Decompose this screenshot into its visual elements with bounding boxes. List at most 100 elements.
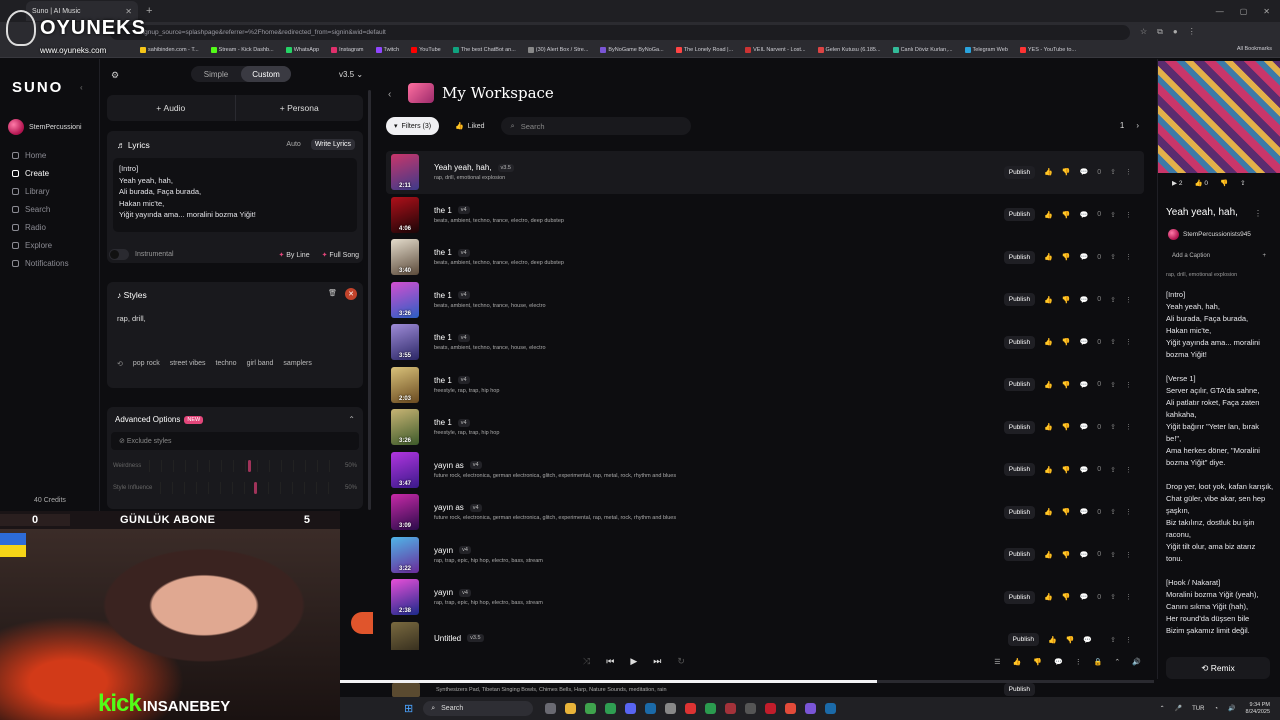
remix-button[interactable]: ⟲ Remix xyxy=(1166,657,1270,679)
mode-custom-button[interactable]: Custom xyxy=(241,66,291,82)
obs-icon[interactable] xyxy=(685,703,697,714)
share-icon[interactable]: ⇪ xyxy=(1110,551,1116,559)
thumbs-down-icon[interactable]: 👎 xyxy=(1062,423,1071,431)
lock-icon[interactable]: 🔒 xyxy=(1094,658,1103,666)
share-icon[interactable]: ⇪ xyxy=(1110,168,1116,176)
app-icon[interactable] xyxy=(745,703,757,714)
write-lyrics-button[interactable]: Write Lyrics xyxy=(310,139,355,150)
thumbs-up-icon[interactable]: 👍 xyxy=(1044,168,1053,176)
thumbs-up-icon[interactable]: 👍 xyxy=(1044,466,1053,474)
bookmark-item[interactable]: YouTube xyxy=(411,46,441,53)
xbox-icon[interactable] xyxy=(705,703,717,714)
more-icon[interactable]: ⋮ xyxy=(1125,508,1132,516)
more-icon[interactable]: ⋮ xyxy=(1125,551,1132,559)
share-icon[interactable]: ⇪ xyxy=(1110,593,1116,601)
mic-icon[interactable]: 🎤 xyxy=(1175,705,1182,712)
all-bookmarks[interactable]: All Bookmarks xyxy=(1237,46,1272,52)
table-row[interactable]: 3:55 the 1 v4 beats, ambient, techno, tranc… xyxy=(386,321,1144,364)
bookmark-star-icon[interactable]: ☆ xyxy=(1140,27,1147,37)
thumbs-up-icon[interactable]: 👍 xyxy=(1044,508,1053,516)
style-clear-icon[interactable]: ✕ xyxy=(345,288,357,300)
share-icon[interactable]: ⇪ xyxy=(1110,211,1116,219)
queue-icon[interactable]: ☰ xyxy=(994,658,1000,666)
extensions-icon[interactable]: ⧉ xyxy=(1157,27,1163,37)
language[interactable]: TUR xyxy=(1192,706,1204,712)
thumbs-up-icon[interactable]: 👍 xyxy=(1044,296,1053,304)
publish-button[interactable]: Publish xyxy=(1003,335,1036,349)
publish-button[interactable]: Publish xyxy=(1003,293,1036,307)
thumbs-up-icon[interactable]: 👍 xyxy=(1013,658,1022,666)
minimize-icon[interactable]: — xyxy=(1216,7,1224,16)
thumbs-down-icon[interactable]: 👎 xyxy=(1033,658,1042,666)
bookmark-item[interactable]: (30) Alert Box / Stre... xyxy=(527,46,588,53)
style-chip[interactable]: girl band xyxy=(247,360,274,368)
song-thumbnail[interactable]: 3:26 xyxy=(391,281,419,318)
publish-button[interactable]: Publish xyxy=(1003,250,1036,264)
comment-icon[interactable]: 💬 xyxy=(1080,381,1089,389)
page-number[interactable]: 1 xyxy=(1120,121,1124,130)
refresh-icon[interactable]: ⟲ xyxy=(117,360,123,368)
discord-icon[interactable] xyxy=(625,703,637,714)
share-icon[interactable]: ⇪ xyxy=(1110,296,1116,304)
sidebar-item-explore[interactable]: Explore xyxy=(12,241,69,250)
next-icon[interactable]: ⏭ xyxy=(653,656,661,667)
comment-icon[interactable]: 💬 xyxy=(1080,211,1089,219)
publish-button[interactable]: Publish xyxy=(1003,505,1036,519)
sidebar-item-create[interactable]: Create xyxy=(12,169,69,178)
more-icon[interactable]: ⋮ xyxy=(1125,211,1132,219)
table-row[interactable]: 4:06 the 1 v4 beats, ambient, techno, tranc… xyxy=(386,194,1144,237)
bookmark-item[interactable]: The Lonely Road |... xyxy=(675,46,733,53)
more-icon[interactable]: ⋮ xyxy=(1125,466,1132,474)
address-bar[interactable]: ...signup_source=splashpage&referrer=%2F… xyxy=(110,24,1130,40)
thumbs-down-icon[interactable]: 👎 xyxy=(1062,253,1071,261)
thumbs-up-icon[interactable]: 👍 xyxy=(1044,593,1053,601)
song-title[interactable]: yayın xyxy=(434,546,453,555)
windows-start-icon[interactable]: ⊞ xyxy=(404,702,413,715)
share-icon[interactable]: ⇪ xyxy=(1110,381,1116,389)
thumbs-up-icon[interactable]: 👍 xyxy=(1044,211,1053,219)
bookmark-item[interactable]: Twitch xyxy=(375,46,399,53)
bookmark-item[interactable]: Stream - Kick Dashb... xyxy=(210,46,274,53)
comment-icon[interactable]: 💬 xyxy=(1080,551,1089,559)
wifi-icon[interactable]: ◔ xyxy=(1214,706,1218,712)
song-thumbnail[interactable]: 4:06 xyxy=(391,196,419,233)
add-caption-input[interactable]: Add a Caption + xyxy=(1166,249,1266,263)
share-icon[interactable]: ⇪ xyxy=(1110,508,1116,516)
thumbs-down-icon[interactable]: 👎 xyxy=(1062,551,1071,559)
comment-icon[interactable]: 💬 xyxy=(1080,508,1089,516)
song-thumbnail[interactable]: 3:09 xyxy=(391,494,419,531)
app-icon[interactable] xyxy=(725,703,737,714)
style-influence-thumb[interactable] xyxy=(253,482,257,494)
table-row[interactable]: 3:47 yayın as v4 future rock, electronica, … xyxy=(386,449,1144,492)
sidebar-item-library[interactable]: Library xyxy=(12,187,69,196)
play-icon[interactable]: ▶ xyxy=(630,656,637,667)
styles-input[interactable]: rap, drill, xyxy=(113,310,357,360)
thumbs-down-icon[interactable]: 👎 xyxy=(1062,338,1071,346)
gear-icon[interactable]: ⚙ xyxy=(111,70,119,81)
table-row[interactable]: 3:26 the 1 v4 freestyle, rap, trap, hip hop… xyxy=(386,406,1144,449)
app-icon[interactable] xyxy=(785,703,797,714)
version-select[interactable]: v3.5 ⌄ xyxy=(339,70,363,79)
thumbs-down-icon[interactable]: 👎 xyxy=(1062,381,1071,389)
table-row[interactable]: 3:40 the 1 v4 beats, ambient, techno, tranc… xyxy=(386,236,1144,279)
song-thumbnail[interactable]: 3:26 xyxy=(391,409,419,446)
instrumental-toggle[interactable] xyxy=(109,249,129,260)
thumbs-up-icon[interactable]: 👍 xyxy=(1048,636,1057,644)
new-tab-icon[interactable]: + xyxy=(146,5,152,17)
bookmark-item[interactable]: WhatsApp xyxy=(285,46,319,53)
shuffle-icon[interactable]: ⤨ xyxy=(583,656,590,667)
song-thumbnail[interactable]: 2:03 xyxy=(391,366,419,403)
clock[interactable]: 9:34 PM 8/24/2025 xyxy=(1246,702,1270,716)
menu-icon[interactable]: ⋮ xyxy=(1188,27,1196,37)
advanced-options-header[interactable]: Advanced Options NEW ⌃ xyxy=(107,407,363,424)
add-persona-button[interactable]: + Persona xyxy=(234,95,364,121)
weirdness-slider[interactable] xyxy=(149,460,337,472)
lyrics-textarea[interactable]: [Intro] Yeah yeah, hah, Ali burada, Faça… xyxy=(113,158,357,232)
song-thumbnail[interactable]: 3:55 xyxy=(391,324,419,361)
more-icon[interactable]: ⋮ xyxy=(1125,593,1132,601)
table-row[interactable]: 2:03 the 1 v4 freestyle, rap, trap, hip hop… xyxy=(386,364,1144,407)
comment-icon[interactable]: 💬 xyxy=(1054,658,1063,666)
thumbs-down-icon[interactable]: 👎 xyxy=(1062,508,1071,516)
style-influence-slider[interactable] xyxy=(160,482,337,494)
sidebar-item-search[interactable]: Search xyxy=(12,205,69,214)
